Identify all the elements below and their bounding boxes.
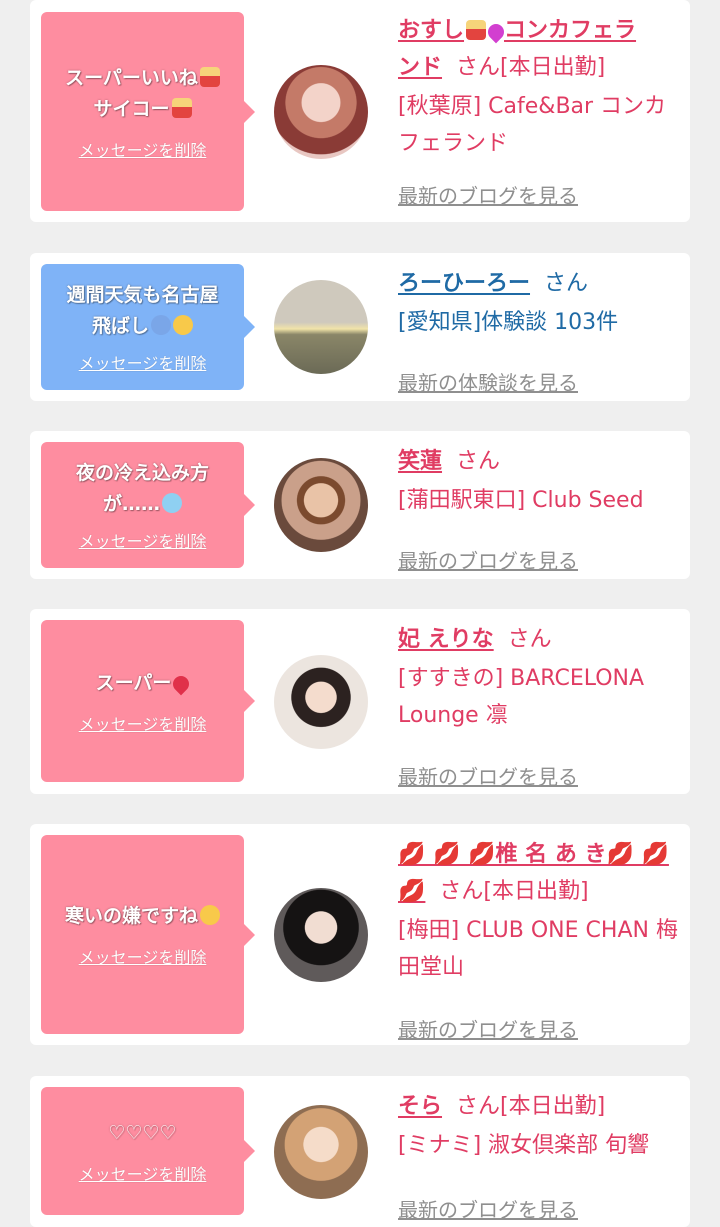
profile-name-link[interactable]: ろーひーろー: [398, 271, 530, 296]
message-card: スーパー メッセージを削除 妃 えりな さん [すすきの] BARCELONA L…: [30, 609, 690, 794]
message-card: 夜の冷え込み方 が…… メッセージを削除 笑蓮 さん [蒲田駅東口] Club S…: [30, 431, 690, 579]
cake-emoji-icon: [466, 20, 487, 40]
message-bubble: 週間天気も名古屋 飛ばし メッセージを削除: [41, 264, 255, 390]
avatar[interactable]: [274, 280, 368, 374]
profile-info: 💋 💋 💋椎 名 あ き💋 💋 💋 さん[本日出勤] [梅田] CLUB ONE C…: [398, 836, 683, 1042]
profile-info: ろーひーろー さん [愛知県]体験談 103件 最新の体験談を見る: [398, 265, 683, 395]
delete-message-link[interactable]: メッセージを削除: [79, 711, 207, 735]
profile-name-link[interactable]: 笑蓮: [398, 449, 442, 474]
profile-info: おすし コンカフェラ ンド さん[本日出勤] [秋葉原] Cafe&Bar コンカフェ…: [398, 12, 683, 208]
delete-message-link[interactable]: メッセージを削除: [79, 528, 207, 552]
name-suffix: さん[本日出勤]: [456, 55, 606, 80]
latest-blog-link[interactable]: 最新のブログを見る: [398, 1014, 578, 1043]
shop-info: [蒲田駅東口] Club Seed: [398, 488, 644, 513]
cake-emoji-icon: [199, 66, 220, 87]
delete-message-link[interactable]: メッセージを削除: [79, 350, 207, 374]
message-bubble: 夜の冷え込み方 が…… メッセージを削除: [41, 442, 255, 568]
latest-blog-link[interactable]: 最新のブログを見る: [398, 180, 578, 209]
latest-blog-link[interactable]: 最新のブログを見る: [398, 761, 578, 790]
laughing-face-icon: [173, 315, 193, 335]
avatar[interactable]: [274, 655, 368, 749]
crying-face-icon: [151, 315, 171, 335]
shop-info: [愛知県]体験談 103件: [398, 310, 619, 335]
message-bubble: ♡♡♡♡ メッセージを削除: [41, 1087, 255, 1215]
name-suffix: さん: [456, 449, 501, 474]
avatar[interactable]: [274, 1105, 368, 1199]
cake-emoji-icon: [171, 97, 192, 118]
message-card: ♡♡♡♡ メッセージを削除 そら さん[本日出勤] [ミナミ] 淑女倶楽部 旬響 …: [30, 1076, 690, 1227]
message-bubble: 寒いの嫌ですね メッセージを削除: [41, 835, 255, 1034]
name-suffix: さん[本日出勤]: [439, 879, 589, 904]
shop-info: [梅田] CLUB ONE CHAN 梅田堂山: [398, 918, 678, 980]
heart-emoji-icon: [170, 672, 193, 695]
message-text: ♡♡♡♡: [108, 1121, 177, 1144]
profile-name-link[interactable]: 妃 えりな: [398, 627, 494, 652]
avatar[interactable]: [274, 888, 368, 982]
message-text: 寒いの嫌ですね: [65, 901, 220, 932]
message-bubble: スーパーいいね サイコー メッセージを削除: [41, 12, 255, 211]
message-card: 寒いの嫌ですね メッセージを削除 💋 💋 💋椎 名 あ き💋 💋 💋 さん[本日出勤…: [30, 824, 690, 1045]
pleading-face-icon: [200, 905, 220, 925]
latest-blog-link[interactable]: 最新のブログを見る: [398, 545, 578, 574]
message-text: 夜の冷え込み方 が……: [75, 462, 209, 515]
message-card: スーパーいいね サイコー メッセージを削除 おすし コンカフェラ ンド さん[本日出勤…: [30, 0, 690, 222]
message-card: 週間天気も名古屋 飛ばし メッセージを削除 ろーひーろー さん [愛知県]体験談 …: [30, 253, 690, 401]
profile-name-link[interactable]: そら: [398, 1094, 442, 1119]
name-suffix: さん: [544, 271, 589, 296]
shop-info: [秋葉原] Cafe&Bar コンカフェランド: [398, 94, 667, 156]
shop-info: [すすきの] BARCELONA Lounge 凛: [398, 666, 645, 728]
shop-info: [ミナミ] 淑女倶楽部 旬響: [398, 1133, 650, 1158]
cold-face-icon: [162, 493, 182, 513]
message-text: スーパー: [96, 668, 193, 699]
message-text: 週間天気も名古屋 飛ばし: [66, 284, 219, 337]
message-text: スーパーいいね サイコー: [65, 63, 220, 125]
avatar[interactable]: [274, 65, 368, 159]
profile-info: そら さん[本日出勤] [ミナミ] 淑女倶楽部 旬響 最新のブログを見る: [398, 1088, 683, 1222]
delete-message-link[interactable]: メッセージを削除: [79, 137, 207, 161]
latest-experience-link[interactable]: 最新の体験談を見る: [398, 367, 578, 396]
profile-info: 妃 えりな さん [すすきの] BARCELONA Lounge 凛 最新のブログ…: [398, 621, 683, 789]
name-suffix: さん: [507, 627, 552, 652]
delete-message-link[interactable]: メッセージを削除: [79, 944, 207, 968]
latest-blog-link[interactable]: 最新のブログを見る: [398, 1194, 578, 1223]
name-suffix: さん[本日出勤]: [456, 1094, 606, 1119]
avatar[interactable]: [274, 458, 368, 552]
delete-message-link[interactable]: メッセージを削除: [79, 1161, 207, 1185]
profile-info: 笑蓮 さん [蒲田駅東口] Club Seed 最新のブログを見る: [398, 443, 683, 573]
message-bubble: スーパー メッセージを削除: [41, 620, 255, 782]
